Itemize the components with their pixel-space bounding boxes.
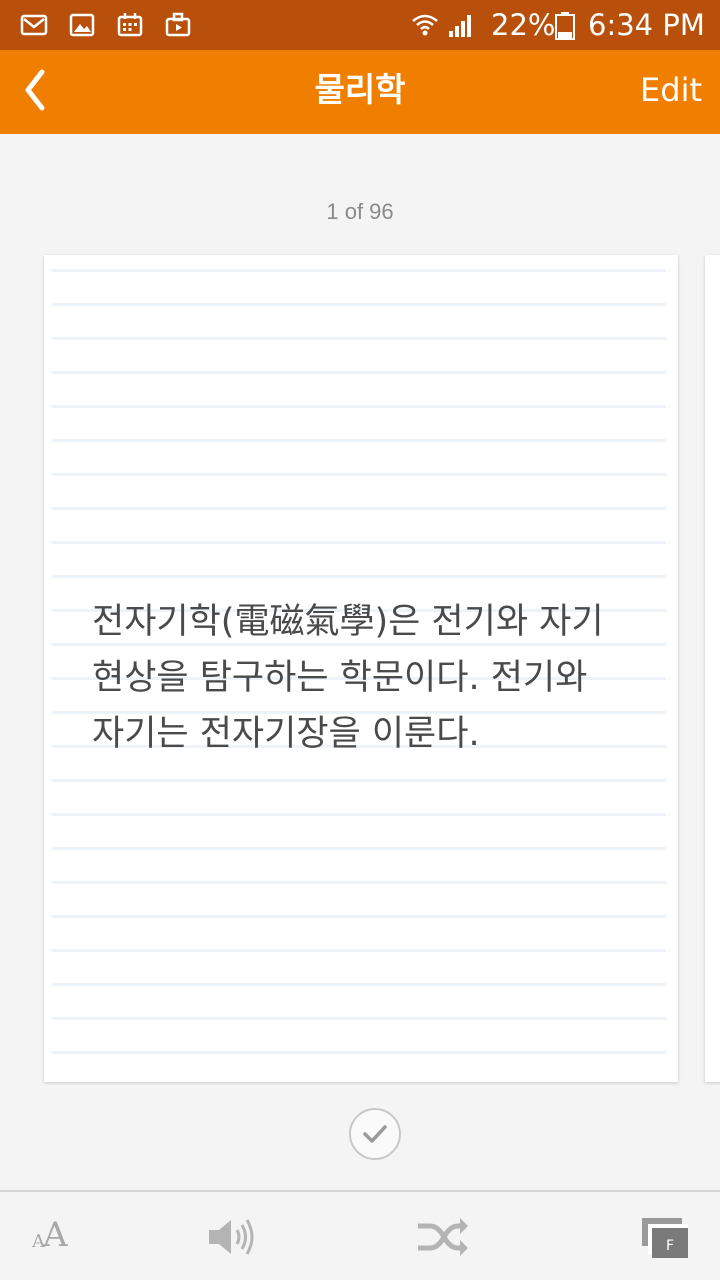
mark-known-button[interactable] — [349, 1108, 401, 1160]
card-counter: 1 of 96 — [326, 199, 394, 224]
calendar-icon — [116, 11, 144, 39]
shuffle-icon — [418, 1218, 468, 1256]
wifi-icon — [410, 11, 440, 39]
gallery-icon — [68, 11, 96, 39]
battery-percent: 22% — [491, 8, 556, 42]
cell-signal-icon — [446, 11, 476, 39]
flashcard-text: 전자기학(電磁氣學)은 전기와 자기 현상을 탐구하는 학문이다. 전기와 자기… — [92, 602, 604, 754]
audio-button[interactable] — [205, 1212, 261, 1262]
page-title: 물리학 — [314, 70, 406, 109]
speaker-icon — [209, 1219, 254, 1255]
clock: 6:34 PM — [588, 8, 705, 42]
status-bar: 22% 6:34 PM — [0, 0, 720, 50]
chevron-left-icon — [25, 69, 45, 111]
mode-badge-letter: F — [666, 1238, 674, 1254]
edit-button[interactable]: Edit — [640, 68, 702, 112]
gmail-icon — [20, 11, 48, 39]
battery-icon — [553, 11, 577, 40]
next-flashcard-edge[interactable] — [705, 255, 720, 1082]
flashcard[interactable]: 전자기학(電磁氣學)은 전기와 자기 현상을 탐구하는 학문이다. 전기와 자기… — [44, 255, 678, 1082]
font-size-button[interactable]: A A — [28, 1212, 78, 1262]
flashcard-mode-button[interactable]: F — [638, 1212, 694, 1262]
app-bar: 물리학 Edit — [0, 50, 720, 134]
bottom-toolbar: A A F — [0, 1190, 720, 1280]
back-button[interactable] — [6, 60, 70, 124]
shuffle-button[interactable] — [414, 1212, 470, 1262]
briefcase-icon — [164, 11, 192, 39]
check-icon — [363, 1125, 387, 1143]
flashcard-mode-icon: F — [642, 1218, 688, 1258]
font-big-glyph: A — [43, 1215, 68, 1255]
